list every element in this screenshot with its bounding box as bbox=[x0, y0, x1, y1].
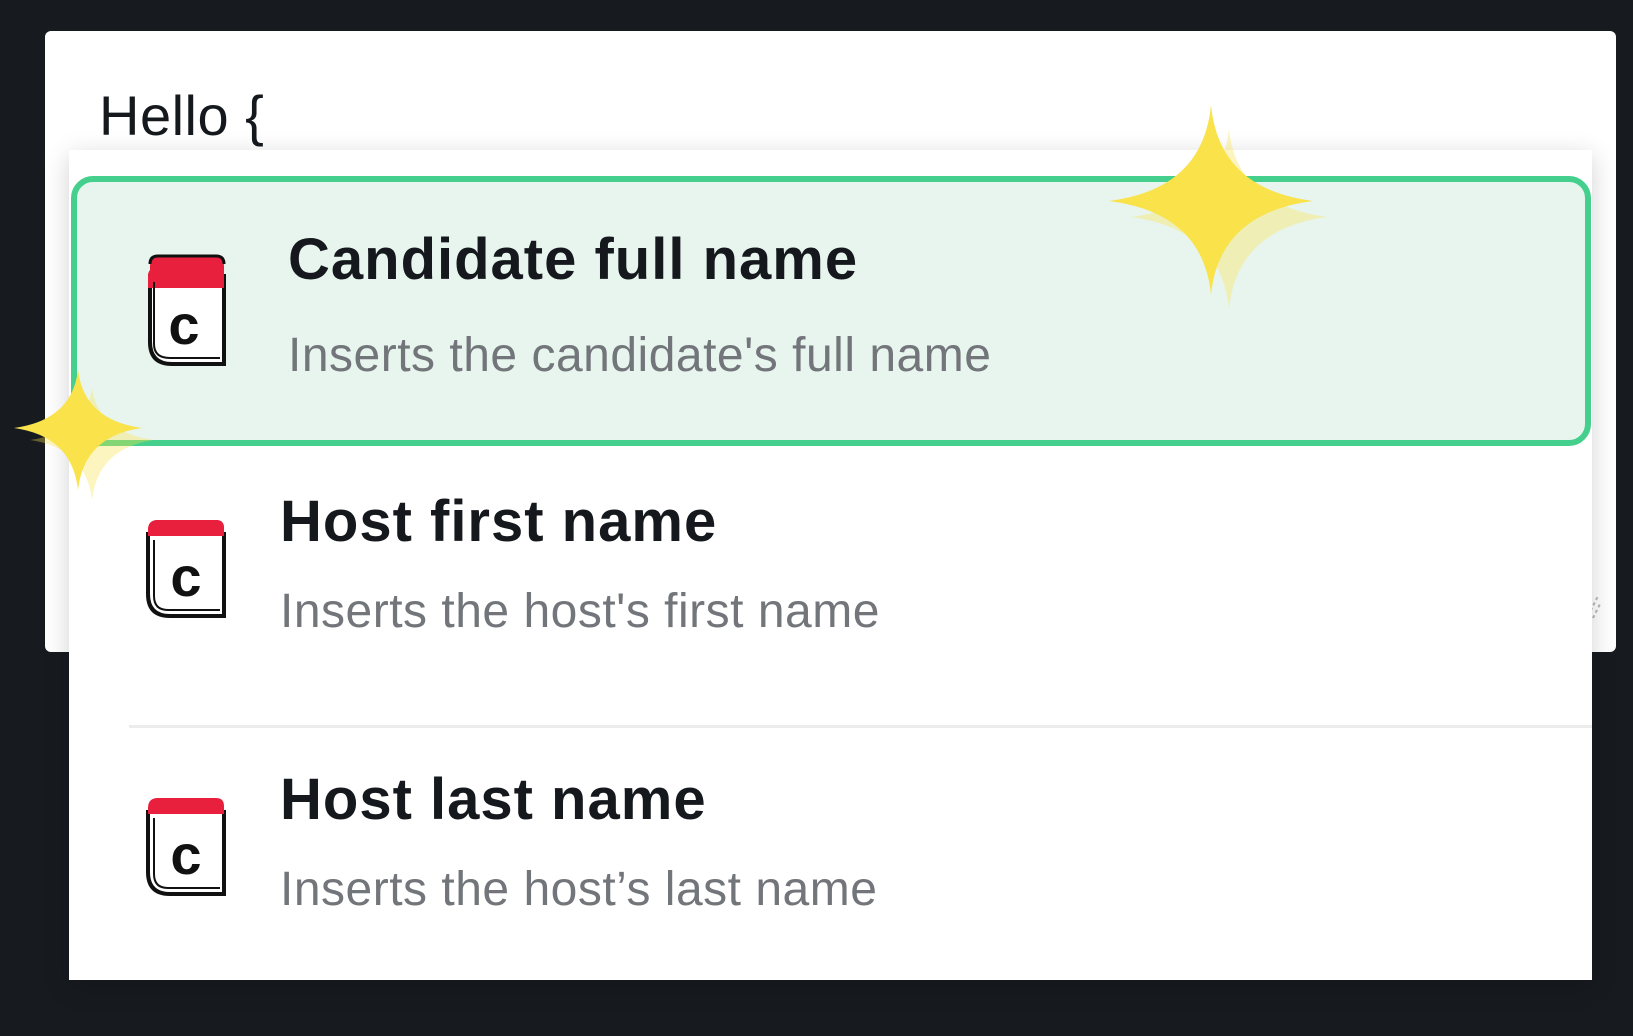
suggestion-description: Inserts the candidate's full name bbox=[288, 329, 992, 382]
suggestion-description: Inserts the host’s last name bbox=[280, 863, 878, 916]
candidate-variable-icon: c bbox=[148, 254, 226, 366]
suggestion-item-host-last-name[interactable]: c Host last name Inserts the host’s last… bbox=[69, 758, 1592, 1036]
suggestion-description: Inserts the host's first name bbox=[280, 585, 880, 638]
sparkle-icon bbox=[1109, 105, 1327, 309]
suggestion-title: Host last name bbox=[280, 767, 707, 832]
suggestion-item-host-first-name[interactable]: c Host first name Inserts the host's fir… bbox=[69, 480, 1592, 758]
host-variable-icon: c bbox=[146, 798, 226, 896]
variable-suggestions-dropdown: c Candidate full name Inserts the candid… bbox=[69, 150, 1592, 980]
host-variable-icon: c bbox=[146, 520, 226, 618]
svg-text:c: c bbox=[168, 293, 199, 356]
suggestion-title: Candidate full name bbox=[288, 227, 859, 292]
suggestion-divider bbox=[129, 725, 1592, 728]
svg-text:c: c bbox=[170, 545, 201, 608]
sparkle-icon bbox=[14, 370, 154, 500]
suggestion-title: Host first name bbox=[280, 489, 718, 554]
suggestion-item-candidate-full-name[interactable]: c Candidate full name Inserts the candid… bbox=[71, 176, 1591, 446]
svg-text:c: c bbox=[170, 823, 201, 886]
editor-text[interactable]: Hello { bbox=[99, 83, 264, 148]
